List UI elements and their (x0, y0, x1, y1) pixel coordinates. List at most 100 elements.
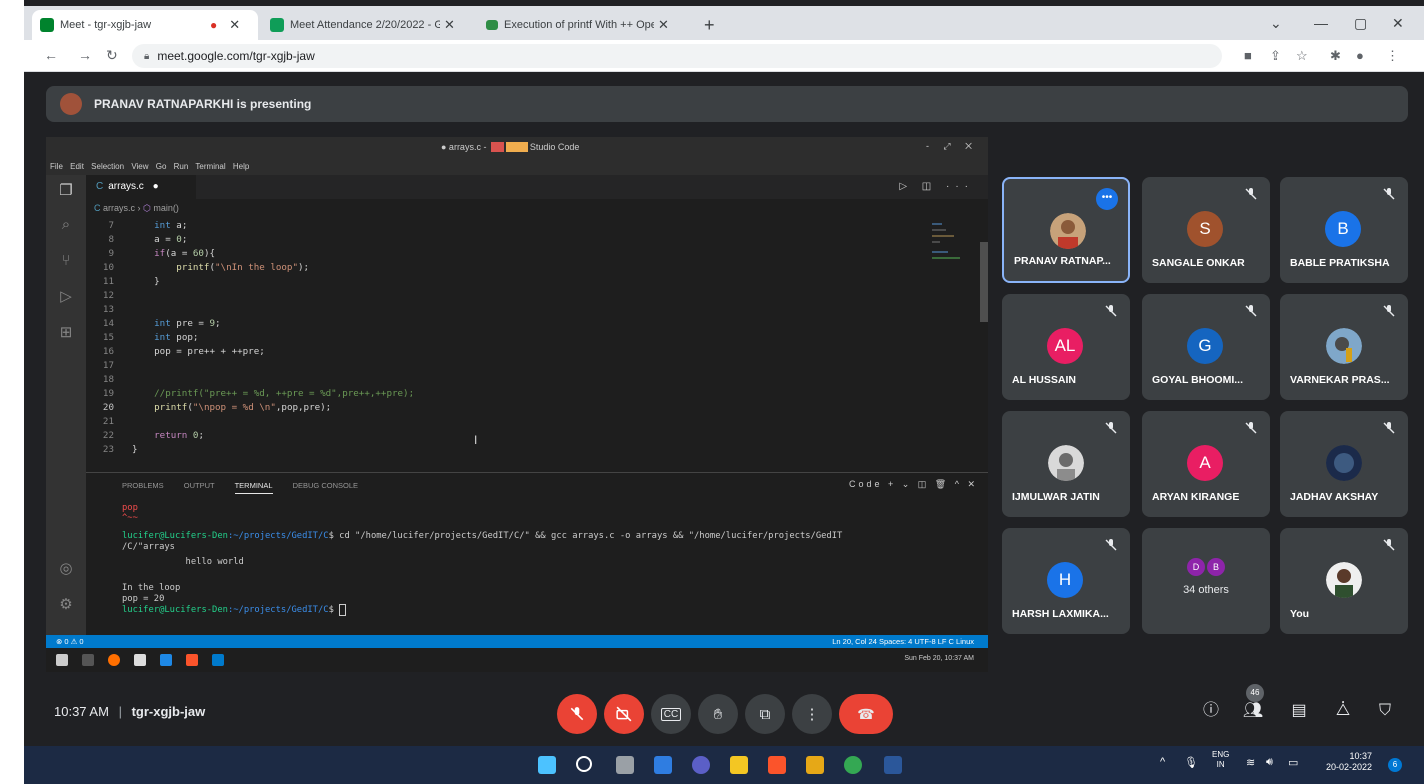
language-indicator[interactable]: ENG IN (1212, 750, 1229, 770)
participant-tile[interactable]: JADHAV AKSHAY (1280, 411, 1408, 517)
file-explorer-icon[interactable] (730, 756, 748, 774)
participant-tile[interactable]: VARNEKAR PRAS... (1280, 294, 1408, 400)
word-icon[interactable] (884, 756, 902, 774)
editor-scrollbar[interactable] (980, 242, 988, 322)
search-icon[interactable]: ⌕ (56, 215, 76, 235)
forward-icon[interactable]: → (78, 47, 92, 63)
more-options-button[interactable]: ⋮ (792, 694, 832, 734)
participant-tile[interactable]: IJMULWAR JATIN (1002, 411, 1130, 517)
bookmark-star-icon[interactable]: ☆ (1296, 48, 1308, 64)
editor-actions[interactable]: ▷ ◫ ··· (899, 181, 974, 192)
host-controls-icon[interactable]: ⛉ (1374, 700, 1396, 722)
chrome-icon[interactable] (844, 756, 862, 774)
widgets-icon[interactable] (654, 756, 672, 774)
account-icon[interactable]: ◎ (56, 559, 76, 579)
close-icon[interactable]: ✕ (658, 17, 669, 33)
tab-debug-console[interactable]: DEBUG CONSOLE (293, 481, 358, 490)
participant-tile[interactable]: B BABLE PRATIKSHA (1280, 177, 1408, 283)
present-button[interactable]: ⧉ (745, 694, 785, 734)
share-icon[interactable]: ⇪ (1270, 48, 1281, 64)
app-icon[interactable] (160, 654, 172, 666)
profile-avatar[interactable]: ● (1356, 48, 1364, 63)
sticky-notes-icon[interactable] (806, 756, 824, 774)
terminal-picker[interactable]: Code (849, 479, 883, 489)
menu-edit[interactable]: Edit (70, 162, 84, 171)
tab-printf[interactable]: Execution of printf With ++ Ope ✕ (478, 10, 700, 40)
windows-start-icon[interactable] (538, 756, 556, 774)
menu-kebab-icon[interactable]: ⋮ (1386, 48, 1399, 64)
teams-chat-icon[interactable] (692, 756, 710, 774)
menu-help[interactable]: Help (233, 162, 249, 171)
menu-go[interactable]: Go (156, 162, 167, 171)
menu-run[interactable]: Run (174, 162, 189, 171)
back-icon[interactable]: ← (44, 47, 58, 63)
activities-icon[interactable]: ⧊ (1332, 700, 1354, 722)
mic-toggle-button[interactable] (557, 694, 597, 734)
participant-tile[interactable]: AL AL HUSSAIN (1002, 294, 1130, 400)
code-editor[interactable]: 7 int a; 8 a = 0; 9 if(a = 60){ 10 print… (86, 217, 976, 469)
tray-chevron-icon[interactable]: ^ (1160, 756, 1165, 768)
extensions-icon[interactable]: ⊞ (56, 323, 76, 343)
captions-button[interactable]: CC (651, 694, 691, 734)
people-icon[interactable]: 👥︎ (1242, 700, 1264, 722)
close-window-icon[interactable]: ✕ (1392, 15, 1404, 32)
task-view-icon[interactable] (616, 756, 634, 774)
raise-hand-button[interactable]: ✋︎ (698, 694, 738, 734)
vscode-icon[interactable] (212, 654, 224, 666)
menu-terminal[interactable]: Terminal (195, 162, 225, 171)
terminal-actions[interactable]: Code + ⌄ ◫ 🗑︎ ^ ✕ (849, 479, 978, 490)
notification-badge[interactable]: 6 (1388, 758, 1402, 772)
participant-tile-self[interactable]: You (1280, 528, 1408, 634)
status-problems[interactable]: ⊗ 0 ⚠ 0 (56, 635, 84, 648)
tab-output[interactable]: OUTPUT (184, 481, 215, 490)
participant-tile[interactable]: G GOYAL BHOOMI... (1142, 294, 1270, 400)
tab-meet[interactable]: Meet - tgr-xgjb-jaw ● ✕ (32, 10, 258, 40)
settings-gear-icon[interactable]: ⚙ (56, 595, 76, 615)
tab-problems[interactable]: PROBLEMS (122, 481, 164, 490)
participant-tile[interactable]: H HARSH LAXMIKA... (1002, 528, 1130, 634)
files-icon[interactable] (82, 654, 94, 666)
shared-screen: ● arrays.c - ● ■ Studio Code - ⤢ ✕ File Ed… (46, 137, 988, 672)
participant-tile[interactable]: A ARYAN KIRANGE (1142, 411, 1270, 517)
participant-tile[interactable]: S SANGALE ONKAR (1142, 177, 1270, 283)
tab-arrays-c[interactable]: Carrays.c ● (86, 175, 196, 199)
participant-tile[interactable]: ••• PRANAV RATNAP... (1002, 177, 1130, 283)
explorer-icon[interactable]: ❐ (56, 181, 76, 201)
wifi-icon[interactable]: ≋ (1246, 756, 1255, 769)
address-bar[interactable]: 🔒︎ meet.google.com/tgr-xgjb-jaw (132, 44, 1222, 68)
chat-icon[interactable]: ▤ (1288, 700, 1310, 722)
battery-icon[interactable]: ▭ (1288, 756, 1298, 769)
mic-tray-icon[interactable]: 🎙︎ (1184, 756, 1198, 769)
camera-icon[interactable]: ■ (1244, 48, 1252, 63)
minimize-icon[interactable]: — (1314, 15, 1328, 31)
maximize-icon[interactable]: ▢ (1354, 15, 1367, 32)
menu-icon[interactable] (56, 654, 68, 666)
close-icon[interactable]: ✕ (444, 17, 455, 33)
minimap[interactable] (928, 217, 980, 327)
more-options-icon[interactable]: ••• (1096, 188, 1118, 210)
others-tile[interactable]: D B 34 others (1142, 528, 1270, 634)
meeting-details-icon[interactable]: ⓘ (1200, 700, 1222, 722)
camera-toggle-button[interactable] (604, 694, 644, 734)
leave-call-button[interactable]: ☎︎ (839, 694, 893, 734)
brave-icon[interactable] (768, 756, 786, 774)
tab-attendance[interactable]: Meet Attendance 2/20/2022 - Go ✕ (262, 10, 474, 40)
extensions-icon[interactable]: ✱ (1330, 48, 1341, 64)
run-debug-icon[interactable]: ▷ (56, 287, 76, 307)
menu-file[interactable]: File (50, 162, 63, 171)
terminal-icon[interactable] (134, 654, 146, 666)
windows-clock[interactable]: 10:37 20-02-2022 (1326, 751, 1372, 773)
new-tab-icon[interactable]: + (704, 15, 715, 36)
brave-icon[interactable] (186, 654, 198, 666)
tab-search-icon[interactable]: ⌄ (1270, 15, 1282, 32)
menu-selection[interactable]: Selection (91, 162, 124, 171)
source-control-icon[interactable]: ⑂ (56, 251, 76, 271)
search-icon[interactable] (576, 756, 592, 772)
menu-view[interactable]: View (131, 162, 148, 171)
reload-icon[interactable]: ↻ (106, 47, 118, 64)
firefox-icon[interactable] (108, 654, 120, 666)
close-icon[interactable]: ✕ (229, 17, 240, 33)
volume-icon[interactable]: 🔊︎ (1266, 756, 1273, 769)
tab-terminal[interactable]: TERMINAL (234, 481, 273, 494)
status-info[interactable]: Ln 20, Col 24 Spaces: 4 UTF-8 LF C Linux (832, 635, 974, 648)
